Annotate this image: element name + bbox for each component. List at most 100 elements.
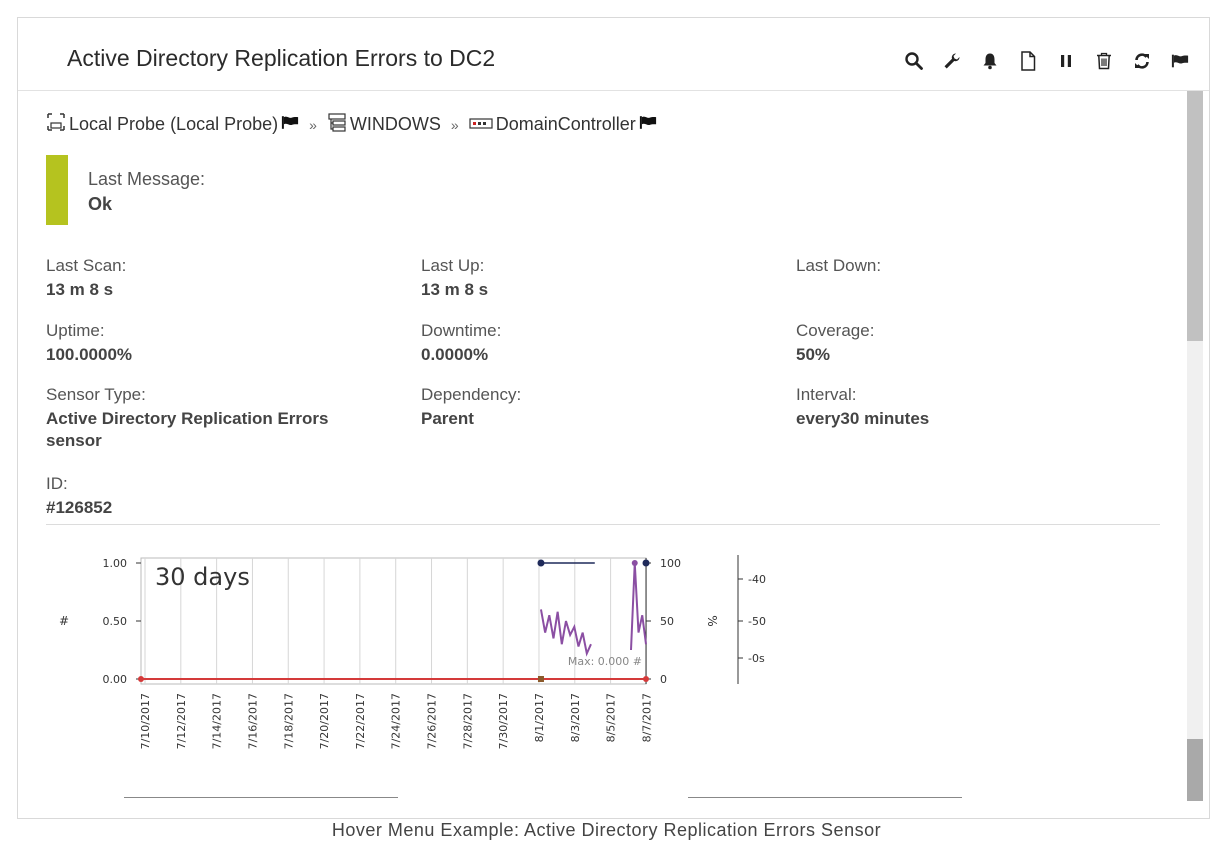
downtime-value: 0.0000% [421, 345, 489, 364]
data-point [537, 559, 545, 567]
x-tick-label: 8/1/2017 [533, 693, 546, 742]
last-scan-field: Last Scan: 13 m 8 s [46, 256, 126, 301]
x-tick-label: 7/30/2017 [497, 693, 510, 749]
toolbar [905, 51, 1189, 71]
data-point [643, 676, 649, 682]
x-tick-label: 7/18/2017 [282, 693, 295, 749]
breadcrumb-separator: » [450, 116, 459, 133]
pause-icon[interactable] [1057, 51, 1075, 71]
breadcrumb-group-label: WINDOWS [349, 114, 441, 134]
flag-icon[interactable] [1171, 51, 1189, 71]
x-tick-label: 8/7/2017 [640, 693, 653, 742]
page-icon[interactable] [1019, 51, 1037, 71]
dependency-value[interactable]: Parent [421, 408, 521, 430]
breadcrumb: Local Probe (Local Probe) » WINDOWS » Do… [46, 112, 657, 137]
sensor-panel: Active Directory Replication Errors to D… [17, 17, 1210, 819]
sensor-type-value-line2: sensor [46, 431, 102, 450]
left-tick-label: 0.00 [103, 673, 128, 686]
flag-icon [281, 114, 299, 135]
x-tick-label: 7/10/2017 [139, 693, 152, 749]
x-tick-label: 7/14/2017 [211, 693, 224, 749]
downtime-field: Downtime: 0.0000% [421, 321, 501, 366]
last-down-label: Last Down: [796, 256, 882, 275]
flag-icon [639, 114, 657, 135]
breadcrumb-group[interactable]: WINDOWS [327, 112, 441, 137]
data-point [537, 676, 544, 682]
sensor-type-value: Active Directory Replication Errors sens… [46, 408, 328, 452]
left-tick-label: 1.00 [103, 557, 128, 570]
x-tick-label: 7/24/2017 [390, 693, 403, 749]
x-tick-label: 8/3/2017 [569, 693, 582, 742]
x-tick-label: 7/22/2017 [354, 693, 367, 749]
breadcrumb-device[interactable]: DomainController [469, 114, 657, 135]
breadcrumb-probe[interactable]: Local Probe (Local Probe) [46, 112, 299, 137]
group-icon [327, 112, 347, 137]
downtime-label: Downtime: [421, 321, 502, 340]
data-point [642, 559, 650, 567]
x-tick-label: 7/20/2017 [318, 693, 331, 749]
search-icon[interactable] [905, 51, 923, 71]
right-tick-label: 50 [660, 615, 674, 628]
vertical-scrollbar[interactable] [1187, 91, 1203, 801]
coverage-label: Coverage: [796, 321, 875, 340]
chart-scroll-line [688, 797, 962, 798]
last-scan-label: Last Scan: [46, 256, 127, 275]
scrollbar-thumb[interactable] [1187, 91, 1203, 341]
id-value: #126852 [46, 498, 113, 517]
dependency-label: Dependency: [421, 385, 522, 404]
sensor-type-label: Sensor Type: [46, 385, 146, 404]
probe-icon [46, 112, 66, 137]
last-up-label: Last Up: [421, 256, 485, 275]
dependency-field: Dependency: Parent [421, 385, 521, 430]
trash-icon[interactable] [1095, 51, 1113, 71]
panel-title: Active Directory Replication Errors to D… [67, 45, 496, 71]
interval-label: Interval: [796, 385, 857, 404]
breadcrumb-device-label: DomainController [495, 114, 636, 134]
last-up-field: Last Up: 13 m 8 s [421, 256, 488, 301]
device-icon [469, 114, 493, 135]
sensor-chart[interactable]: 7/10/2017 7/12/2017 7/14/2017 7/16/2017 7/18… [46, 546, 766, 786]
status-indicator [46, 155, 68, 225]
far-right-tick-label: -0s [748, 652, 765, 665]
right-tick-label: 100 [660, 557, 681, 570]
left-axis-label: # [59, 614, 69, 628]
section-divider [46, 524, 1160, 525]
right-axis-label: % [705, 615, 719, 626]
panel-content: Local Probe (Local Probe) » WINDOWS » Do… [18, 91, 1186, 818]
bell-icon[interactable] [981, 51, 999, 71]
interval-value: every30 minutes [796, 409, 930, 428]
uptime-field: Uptime: 100.0000% [46, 321, 132, 366]
sensor-type-value-line1: Active Directory Replication Errors [46, 409, 329, 428]
far-right-tick-label: -50s [748, 615, 766, 628]
sensor-type-field: Sensor Type: Active Directory Replicatio… [46, 385, 328, 452]
last-scan-value: 13 m 8 s [46, 280, 114, 299]
last-message-value: Ok [88, 194, 113, 214]
last-up-value: 13 m 8 s [421, 280, 489, 299]
left-tick-label: 0.50 [103, 615, 128, 628]
far-right-tick-label: -40s [748, 573, 766, 586]
data-point [138, 676, 144, 682]
refresh-icon[interactable] [1133, 51, 1151, 71]
max-annotation: Max: 0.000 # [568, 655, 642, 668]
x-tick-label: 7/16/2017 [246, 693, 259, 749]
right-tick-label: 0 [660, 673, 667, 686]
interval-field: Interval: every30 minutes [796, 385, 929, 430]
scrollbar-track-end [1187, 739, 1203, 801]
last-message-label: Last Message: [88, 169, 206, 189]
chart-title: 30 days [155, 563, 250, 591]
figure-caption: Hover Menu Example: Active Directory Rep… [331, 820, 882, 840]
data-point [631, 560, 638, 566]
coverage-field: Coverage: 50% [796, 321, 874, 366]
breadcrumb-probe-label: Local Probe (Local Probe) [69, 114, 279, 134]
id-label: ID: [46, 474, 68, 493]
id-field: ID: #126852 [46, 474, 112, 519]
x-tick-label: 7/12/2017 [175, 693, 188, 749]
chart-scroll-line [124, 797, 398, 798]
x-tick-label: 7/28/2017 [461, 693, 474, 749]
coverage-value: 50% [796, 345, 831, 364]
panel-header: Active Directory Replication Errors to D… [18, 18, 1209, 91]
wrench-icon[interactable] [943, 51, 961, 71]
last-down-field: Last Down: [796, 256, 881, 279]
x-tick-label: 7/26/2017 [426, 693, 439, 749]
breadcrumb-separator: » [309, 116, 317, 133]
